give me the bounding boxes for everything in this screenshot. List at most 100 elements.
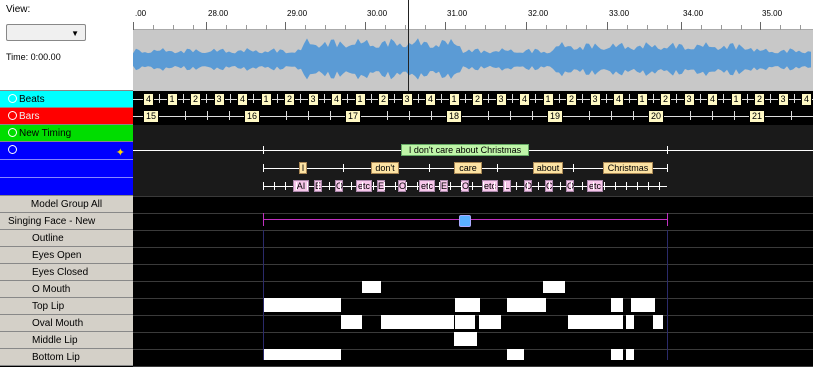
- bar-marker[interactable]: 16: [244, 110, 260, 123]
- model-singing-face[interactable]: Singing Face - New: [0, 213, 133, 230]
- face-effect-block[interactable]: [631, 298, 655, 312]
- radio-icon[interactable]: [8, 94, 17, 103]
- beat-marker[interactable]: 3: [213, 93, 225, 106]
- model-group-all[interactable]: Model Group All: [0, 196, 133, 213]
- effect-edge[interactable]: [667, 213, 668, 226]
- face-effect-block[interactable]: [479, 315, 501, 329]
- view-dropdown[interactable]: ▼: [6, 24, 86, 41]
- new-timing-lane[interactable]: [133, 125, 813, 142]
- beat-marker[interactable]: 2: [378, 93, 389, 106]
- face-bottom-lip[interactable]: Bottom Lip: [0, 349, 133, 366]
- phoneme-label[interactable]: etc: [482, 180, 498, 192]
- bar-marker[interactable]: 15: [143, 110, 159, 123]
- beat-marker[interactable]: 1: [448, 93, 460, 106]
- word-label[interactable]: I: [299, 162, 307, 174]
- beat-marker[interactable]: 2: [472, 93, 483, 106]
- face-effect-block[interactable]: [611, 349, 623, 360]
- beat-marker[interactable]: 2: [284, 93, 295, 106]
- beat-marker[interactable]: 3: [307, 93, 319, 106]
- beat-marker[interactable]: 4: [143, 93, 154, 106]
- face-effect-block[interactable]: [263, 298, 341, 312]
- time-ruler[interactable]: .00 28.00 29.00 30.00 31.00 32.00 33.00 34.00 35…: [133, 0, 813, 30]
- lyrics-lane[interactable]: I don't care about Christmas Idon't care ab…: [133, 142, 813, 196]
- face-effect-block[interactable]: [626, 315, 634, 329]
- face-middle-lip[interactable]: Middle Lip: [0, 332, 133, 349]
- face-effect-block[interactable]: [507, 298, 546, 312]
- face-outline[interactable]: Outline: [0, 230, 133, 247]
- face-effect-block[interactable]: [263, 349, 341, 360]
- beat-marker[interactable]: 4: [519, 93, 530, 106]
- phoneme-label[interactable]: O: [566, 180, 574, 192]
- beat-marker[interactable]: 3: [683, 93, 695, 106]
- phoneme-label[interactable]: etc: [419, 180, 435, 192]
- face-effect-block[interactable]: [611, 298, 623, 312]
- beat-marker[interactable]: 2: [660, 93, 671, 106]
- effect-edge[interactable]: [263, 213, 264, 226]
- face-eyes-open[interactable]: Eyes Open: [0, 247, 133, 264]
- face-effect-block[interactable]: [455, 315, 475, 329]
- beat-marker[interactable]: 4: [331, 93, 342, 106]
- face-effect-block[interactable]: [507, 349, 524, 360]
- face-oval-mouth[interactable]: Oval Mouth: [0, 315, 133, 332]
- beat-marker[interactable]: 3: [589, 93, 601, 106]
- beat-marker[interactable]: 3: [401, 93, 413, 106]
- play-cursor[interactable]: [408, 0, 409, 91]
- beat-marker[interactable]: 1: [166, 93, 178, 106]
- face-effect-block[interactable]: [568, 315, 623, 329]
- phoneme-label[interactable]: O: [398, 180, 406, 192]
- phoneme-label[interactable]: O: [524, 180, 532, 192]
- beat-marker[interactable]: 1: [636, 93, 648, 106]
- phoneme-label[interactable]: etc: [356, 180, 372, 192]
- beat-marker[interactable]: 4: [801, 93, 812, 106]
- beat-marker[interactable]: 2: [190, 93, 201, 106]
- bars-lane[interactable]: 15 16 17 18 19 20 21: [133, 108, 813, 125]
- face-o-mouth[interactable]: O Mouth: [0, 281, 133, 298]
- face-top-lip[interactable]: Top Lip: [0, 298, 133, 315]
- singing-face-icon[interactable]: [459, 215, 471, 227]
- timing-track-new-timing[interactable]: New Timing: [0, 125, 133, 142]
- word-label[interactable]: don't: [371, 162, 399, 174]
- phoneme-label[interactable]: E: [440, 180, 448, 192]
- bar-marker[interactable]: 18: [446, 110, 462, 123]
- beat-marker[interactable]: 2: [754, 93, 765, 106]
- word-label[interactable]: care: [454, 162, 482, 174]
- beat-marker[interactable]: 4: [237, 93, 248, 106]
- phoneme-label[interactable]: O: [335, 180, 343, 192]
- timing-track-beats[interactable]: Beats: [0, 91, 133, 108]
- bar-marker[interactable]: 17: [345, 110, 361, 123]
- word-label[interactable]: Christmas: [603, 162, 653, 174]
- radio-icon[interactable]: [8, 111, 17, 120]
- face-effect-block[interactable]: [362, 281, 381, 293]
- beat-marker[interactable]: 1: [354, 93, 366, 106]
- timing-track-lyrics[interactable]: Lyrics ✦: [0, 142, 133, 196]
- effects-grid[interactable]: [133, 196, 813, 367]
- face-effect-block[interactable]: [381, 315, 454, 329]
- beat-marker[interactable]: 4: [707, 93, 718, 106]
- face-effect-block[interactable]: [455, 298, 480, 312]
- face-eyes-closed[interactable]: Eyes Closed: [0, 264, 133, 281]
- beat-marker[interactable]: 4: [613, 93, 624, 106]
- face-effect-block[interactable]: [626, 349, 634, 360]
- bar-marker[interactable]: 21: [749, 110, 765, 123]
- beat-marker[interactable]: 1: [730, 93, 742, 106]
- face-effect-block[interactable]: [653, 315, 663, 329]
- bar-marker[interactable]: 20: [648, 110, 664, 123]
- beat-marker[interactable]: 1: [260, 93, 272, 106]
- phoneme-label[interactable]: etc: [587, 180, 603, 192]
- audio-waveform[interactable]: [133, 30, 813, 91]
- beat-marker[interactable]: 1: [542, 93, 554, 106]
- beats-lane[interactable]: 41234123412341234123412341234: [133, 91, 813, 108]
- face-effect-block[interactable]: [454, 332, 477, 346]
- phrase-label[interactable]: I don't care about Christmas: [401, 144, 529, 156]
- face-effect-block[interactable]: [341, 315, 362, 329]
- face-effect-block[interactable]: [543, 281, 565, 293]
- beat-marker[interactable]: 3: [495, 93, 507, 106]
- bar-marker[interactable]: 19: [547, 110, 563, 123]
- phoneme-label[interactable]: O: [461, 180, 469, 192]
- radio-icon[interactable]: [8, 145, 17, 154]
- radio-icon[interactable]: [8, 128, 17, 137]
- word-label[interactable]: about: [533, 162, 563, 174]
- beat-marker[interactable]: 4: [425, 93, 436, 106]
- beat-marker[interactable]: 2: [566, 93, 577, 106]
- beat-marker[interactable]: 3: [777, 93, 789, 106]
